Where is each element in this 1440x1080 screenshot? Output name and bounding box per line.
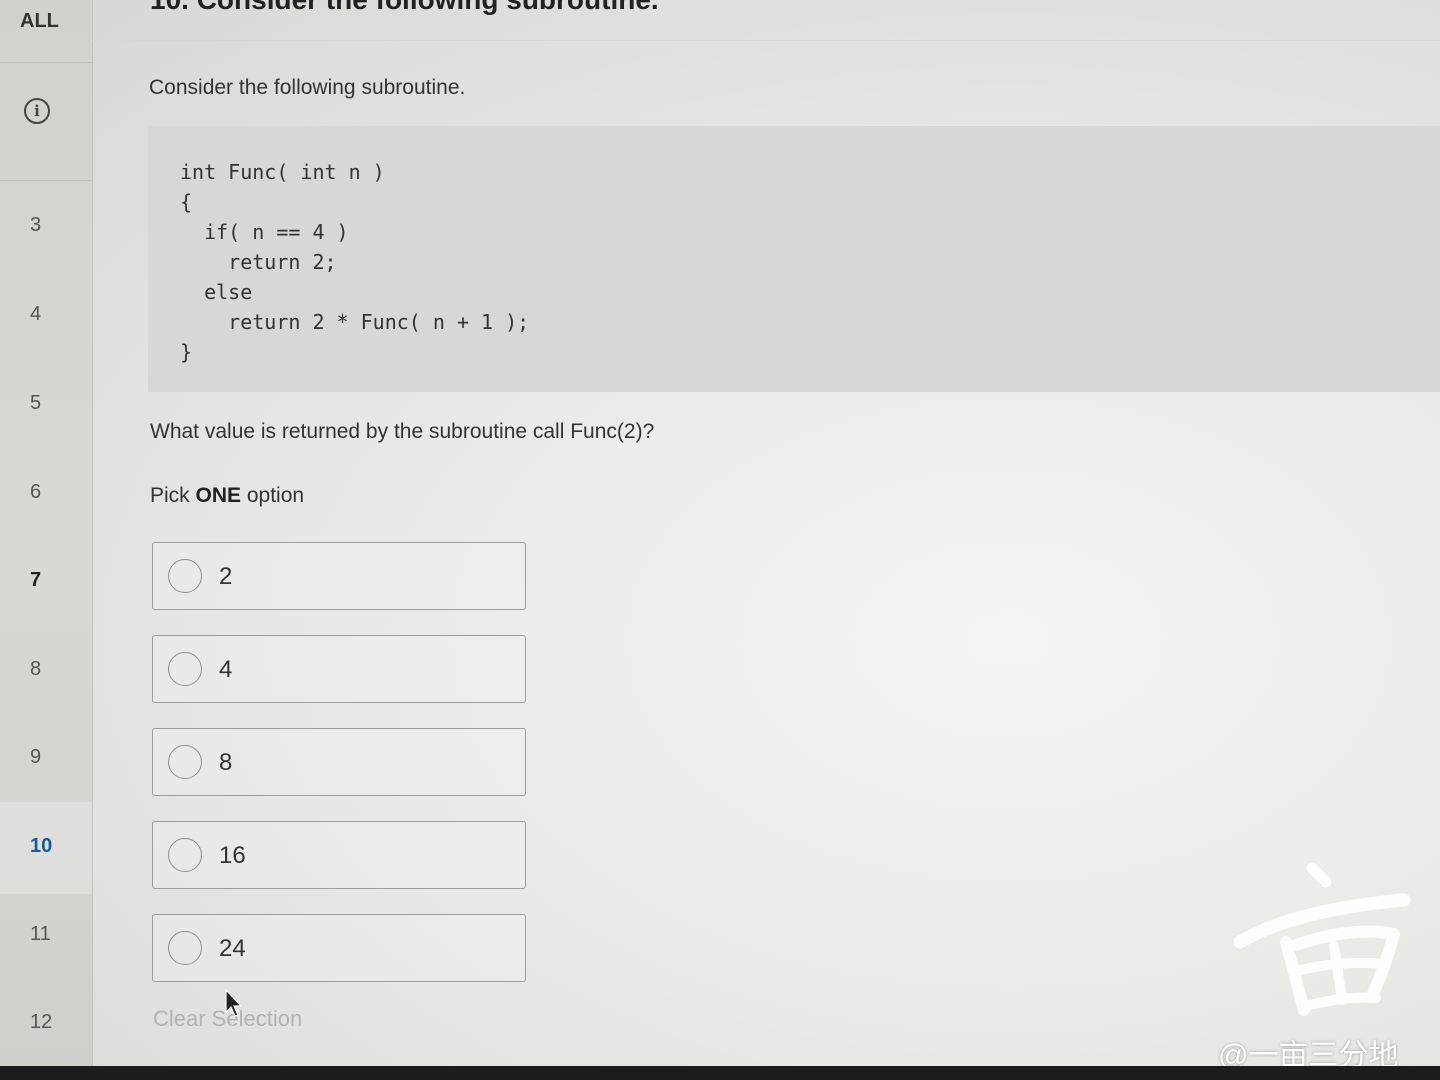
option-8[interactable]: 8 <box>152 728 526 796</box>
code-line: else <box>180 280 253 304</box>
pick-suffix: option <box>241 484 305 507</box>
screen-bezel <box>0 1066 1440 1080</box>
screen: ALL i 3 4 5 6 7 8 9 10 11 12 10. Conside… <box>0 0 1440 1066</box>
sidebar-item-11[interactable]: 11 <box>0 923 92 946</box>
radio-button[interactable] <box>168 931 202 965</box>
question-sidebar: ALL i 3 4 5 6 7 8 9 10 11 12 <box>0 0 93 1066</box>
option-label: 24 <box>219 935 246 962</box>
mouse-cursor-icon <box>225 988 243 1017</box>
code-line: } <box>180 340 193 364</box>
option-label: 16 <box>219 842 246 869</box>
option-4[interactable]: 4 <box>152 635 526 703</box>
option-label: 2 <box>219 563 233 590</box>
question-text: What value is returned by the subroutine… <box>150 420 655 443</box>
radio-button[interactable] <box>168 838 202 872</box>
code-line: int Func( int n ) <box>180 160 385 184</box>
sidebar-item-4[interactable]: 4 <box>0 303 92 326</box>
radio-button[interactable] <box>168 652 202 686</box>
title-divider <box>92 40 1440 41</box>
sidebar-item-9[interactable]: 9 <box>0 746 92 769</box>
sidebar-item-6[interactable]: 6 <box>0 481 92 504</box>
code-block: int Func( int n ) { if( n == 4 ) return … <box>148 126 1440 392</box>
option-16[interactable]: 16 <box>152 821 526 889</box>
code-line: return 2 * Func( n + 1 ); <box>180 310 530 334</box>
sidebar-divider <box>0 180 92 181</box>
code-line: if( n == 4 ) <box>180 220 349 244</box>
code-line: return 2; <box>180 250 337 274</box>
option-24[interactable]: 24 <box>152 914 526 982</box>
mu-character-logo <box>1234 862 1411 1016</box>
sidebar-all-tab[interactable]: ALL <box>0 10 92 33</box>
sidebar-item-5[interactable]: 5 <box>0 392 92 415</box>
info-icon[interactable]: i <box>24 98 50 124</box>
sidebar-item-7[interactable]: 7 <box>0 569 92 592</box>
watermark-text: @一亩三分地 <box>1218 1039 1399 1066</box>
sidebar-item-12[interactable]: 12 <box>0 1011 92 1034</box>
pick-prefix: Pick <box>150 484 196 507</box>
sidebar-item-10[interactable]: 10 <box>0 835 92 858</box>
option-label: 4 <box>219 656 233 683</box>
option-label: 8 <box>219 749 233 776</box>
sidebar-divider <box>0 62 92 63</box>
question-prompt: Consider the following subroutine. <box>149 76 466 99</box>
pick-emphasis: ONE <box>195 484 242 507</box>
radio-button[interactable] <box>168 559 202 593</box>
code-line: { <box>180 190 193 214</box>
pick-instruction: Pick ONE option <box>150 484 304 508</box>
option-2[interactable]: 2 <box>152 542 526 610</box>
question-title: 10. Consider the following subroutine. <box>150 0 659 16</box>
sidebar-item-8[interactable]: 8 <box>0 658 92 681</box>
radio-button[interactable] <box>168 745 202 779</box>
sidebar-item-3[interactable]: 3 <box>0 214 92 237</box>
